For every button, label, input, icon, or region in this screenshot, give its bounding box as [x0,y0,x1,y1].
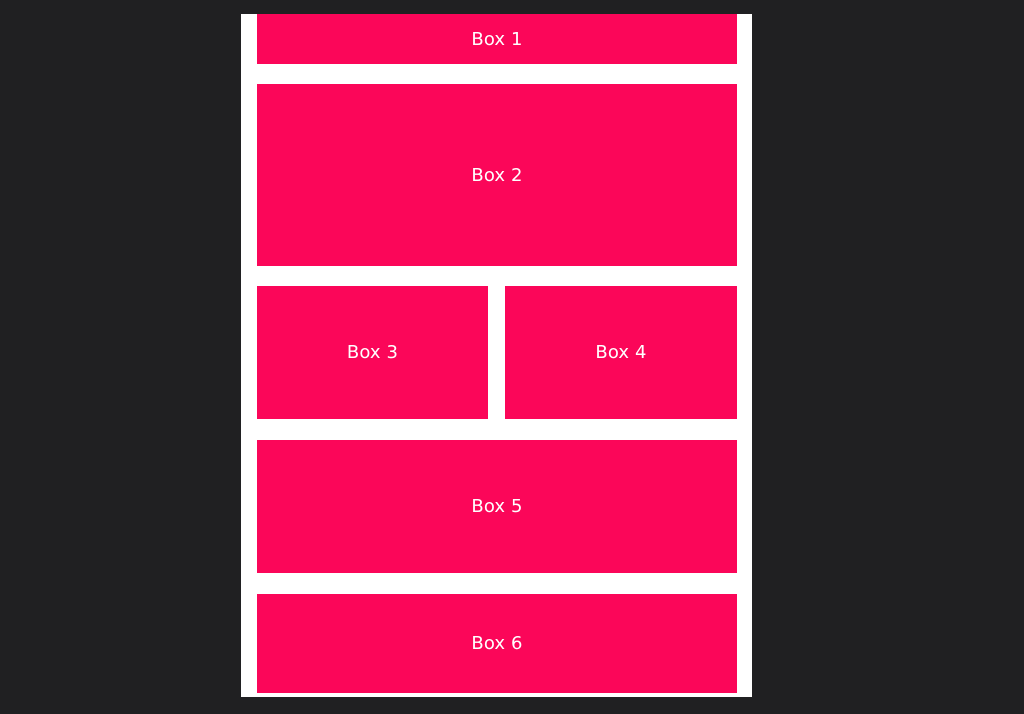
box-6-label: Box 6 [471,633,523,654]
box-1-label: Box 1 [471,28,523,50]
box-2: Box 2 [257,84,737,266]
box-5: Box 5 [257,440,737,573]
box-4-label: Box 4 [595,342,647,363]
box-2-label: Box 2 [471,164,523,186]
box-1: Box 1 [257,14,737,64]
box-3: Box 3 [257,286,488,419]
box-6: Box 6 [257,594,737,693]
page-background: Box 1 Box 2 Box 3 Box 4 Box 5 Box 6 [0,0,1024,714]
box-4: Box 4 [505,286,737,419]
layout-panel: Box 1 Box 2 Box 3 Box 4 Box 5 Box 6 [241,14,752,697]
box-5-label: Box 5 [471,496,523,517]
box-3-label: Box 3 [346,342,399,363]
